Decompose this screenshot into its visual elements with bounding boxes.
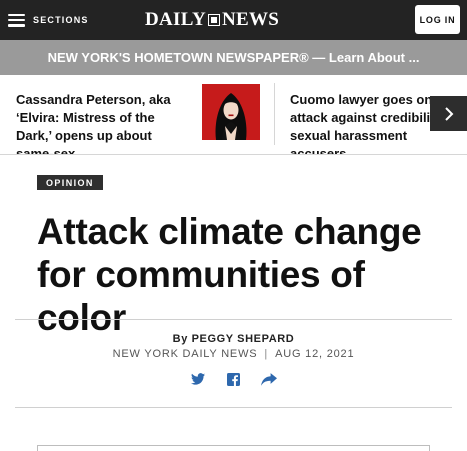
facebook-share-button[interactable] bbox=[225, 371, 241, 387]
hamburger-icon bbox=[8, 13, 25, 27]
meta-separator: | bbox=[264, 348, 269, 360]
logo-emblem-icon bbox=[208, 14, 220, 26]
log-in-button[interactable]: LOG IN bbox=[415, 5, 460, 34]
forward-share-icon bbox=[261, 372, 277, 386]
forward-share-button[interactable] bbox=[260, 371, 278, 387]
top-nav-bar: SECTIONS DAILY NEWS LOG IN bbox=[0, 0, 467, 40]
story-divider bbox=[274, 83, 275, 145]
next-stories-button[interactable] bbox=[430, 96, 467, 131]
sections-label: SECTIONS bbox=[33, 15, 89, 25]
logo-text-daily: DAILY bbox=[145, 9, 206, 30]
chevron-right-icon bbox=[444, 106, 453, 121]
story-thumbnail[interactable] bbox=[202, 84, 260, 140]
promo-banner[interactable]: NEW YORK'S HOMETOWN NEWSPAPER® — Learn A… bbox=[0, 40, 467, 75]
twitter-share-button[interactable] bbox=[190, 371, 206, 387]
byline-prefix: By bbox=[172, 333, 188, 345]
byline: By PEGGY SHEPARD bbox=[0, 333, 467, 345]
elvira-thumbnail-image bbox=[202, 84, 260, 140]
publish-date: AUG 12, 2021 bbox=[275, 348, 355, 360]
divider bbox=[15, 407, 452, 408]
facebook-icon bbox=[226, 372, 240, 386]
divider bbox=[15, 319, 452, 320]
author-name[interactable]: PEGGY SHEPARD bbox=[192, 333, 295, 345]
logo-text-news: NEWS bbox=[222, 9, 280, 30]
article-body-container bbox=[37, 445, 430, 451]
daily-news-logo[interactable]: DAILY NEWS bbox=[145, 7, 325, 33]
top-stories-strip: Cassandra Peterson, aka ‘Elvira: Mistres… bbox=[0, 75, 467, 155]
article-meta: NEW YORK DAILY NEWS | AUG 12, 2021 bbox=[0, 348, 467, 360]
publication-name: NEW YORK DAILY NEWS bbox=[112, 348, 258, 360]
sections-menu-button[interactable]: SECTIONS bbox=[8, 12, 89, 28]
twitter-icon bbox=[191, 373, 205, 385]
section-badge[interactable]: OPINION bbox=[37, 175, 103, 190]
top-story-link[interactable]: Cassandra Peterson, aka ‘Elvira: Mistres… bbox=[16, 91, 191, 154]
